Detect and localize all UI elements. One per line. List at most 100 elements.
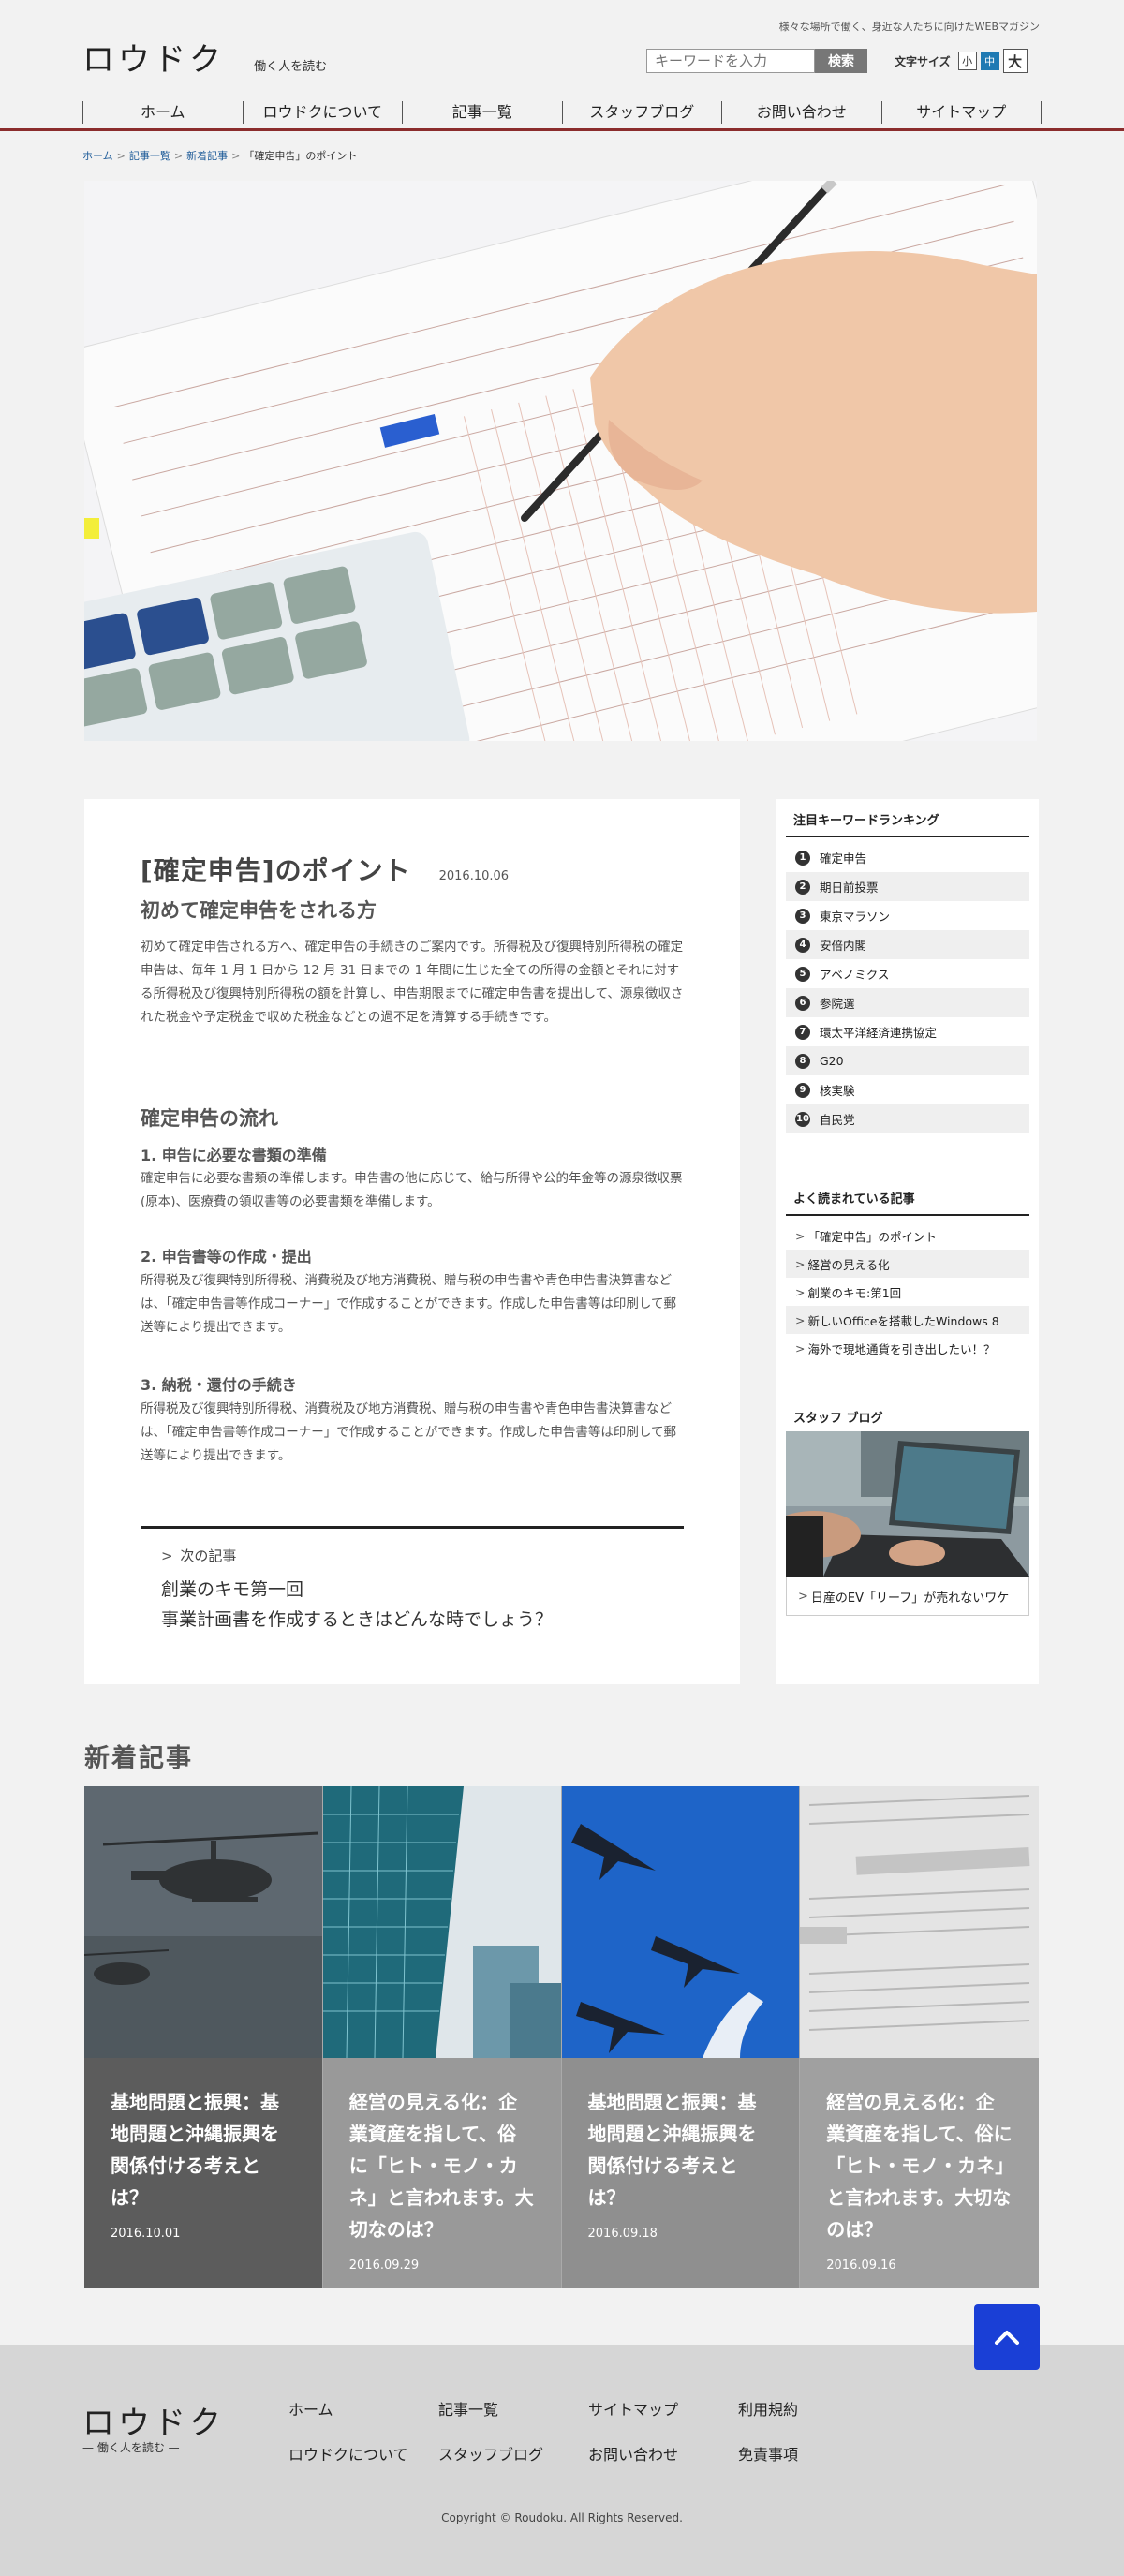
- article-title-row: [確定申告]のポイント 2016.10.06: [140, 851, 509, 888]
- popular-article-item[interactable]: > 新しいOfficeを搭載したWindows 8: [786, 1306, 1029, 1334]
- chevron-right-icon: >: [795, 1228, 806, 1243]
- breadcrumb-new[interactable]: 新着記事: [186, 150, 228, 162]
- staff-blog-title: スタッフ ブログ: [793, 1412, 883, 1426]
- card-date: 2016.09.16: [826, 2258, 896, 2273]
- chevron-right-icon: >: [795, 1312, 806, 1327]
- rank-number: 4: [795, 937, 810, 953]
- footer-links: ホーム 記事一覧 サイトマップ 利用規約 ロウドクについて スタッフブログ お問…: [288, 2397, 888, 2465]
- chevron-up-icon: [995, 2331, 1019, 2345]
- font-size-small-button[interactable]: 小: [957, 52, 977, 70]
- footer-link-sitemap[interactable]: サイトマップ: [588, 2397, 738, 2420]
- article-title: [確定申告]のポイント: [140, 855, 411, 886]
- keyword-ranking-list: 1 確定申告 2 期日前投票 3 東京マラソン 4 安倍内閣 5 アベノミクス 6 参院選 …: [786, 843, 1029, 1133]
- font-size-large-button[interactable]: 大: [1002, 49, 1028, 73]
- card-title: 基地問題と振興：基地問題と沖縄振興を関係付ける考えとは？: [111, 2091, 279, 2209]
- article-card-body: 経営の見える化：企業資産を指して、俗に「ヒト・モノ・カネ」と言われます。大切なの…: [322, 2058, 561, 2288]
- article-card[interactable]: 基地問題と振興：基地問題と沖縄振興を関係付ける考えとは？ 2016.09.18: [561, 1786, 801, 2288]
- new-articles-heading: 新着記事: [84, 1744, 193, 1773]
- ranking-item[interactable]: 9 核実験: [786, 1075, 1029, 1104]
- card-date: 2016.09.18: [587, 2227, 658, 2241]
- site-tagline: 様々な場所で働く、身近な人たちに向けたWEBマガジン: [778, 21, 1040, 33]
- breadcrumb-current: 「確定申告」のポイント: [244, 150, 358, 162]
- chevron-right-icon: >: [795, 1284, 806, 1299]
- font-size-medium-button[interactable]: 中: [980, 52, 999, 70]
- ranking-item[interactable]: 10 自民党: [786, 1104, 1029, 1133]
- site-logo[interactable]: ロウドク — 働く人を読む —: [82, 34, 343, 80]
- next-article-title: 創業のキモ第一回 事業計画書を作成するときはどんな時でしょう？: [161, 1579, 554, 1630]
- popular-article-item[interactable]: > 海外で現地通貨を引き出したい！？: [786, 1334, 1029, 1362]
- footer-link-home[interactable]: ホーム: [288, 2397, 438, 2420]
- popular-article-item[interactable]: > 「確定申告」のポイント: [786, 1221, 1029, 1250]
- search-input[interactable]: [646, 49, 815, 73]
- ranking-item[interactable]: 7 環太平洋経済連携協定: [786, 1017, 1029, 1046]
- section-heading-first-time: 初めて確定申告をされる方: [140, 899, 377, 922]
- breadcrumb-articles[interactable]: 記事一覧: [129, 150, 170, 162]
- step-body-3: 所得税及び復興特別所得税、消費税及び地方消費税、贈与税の申告書や青色申告書決算書…: [140, 1401, 676, 1463]
- new-articles-grid: 基地問題と振興：基地問題と沖縄振興を関係付ける考えとは？ 2016.10.01: [84, 1786, 1039, 2288]
- card-title: 基地問題と振興：基地問題と沖縄振興を関係付ける考えとは？: [587, 2091, 757, 2209]
- ranking-item[interactable]: 5 アベノミクス: [786, 959, 1029, 988]
- staff-blog-image[interactable]: [786, 1431, 1029, 1577]
- footer-link-disclaimer[interactable]: 免責事項: [738, 2442, 888, 2465]
- logo-text: ロウドク: [82, 41, 225, 79]
- card-image-newspaper: [800, 1786, 1039, 2058]
- card-image-buildings: [322, 1786, 561, 2058]
- chevron-right-icon: >: [161, 1547, 173, 1564]
- ranking-item[interactable]: 2 期日前投票: [786, 872, 1029, 901]
- staff-blog-link[interactable]: > 日産のEV「リーフ」が売れないワケ: [786, 1577, 1029, 1616]
- footer-link-contact[interactable]: お問い合わせ: [588, 2442, 738, 2465]
- back-to-top-button[interactable]: [974, 2304, 1040, 2370]
- ranking-item[interactable]: 4 安倍内閣: [786, 930, 1029, 959]
- font-size-switcher: 文字サイズ 小 中 大: [895, 49, 1028, 73]
- breadcrumb-home[interactable]: ホーム: [82, 150, 113, 162]
- step-body-1: 確定申告に必要な書類の準備します。申告書の他に応じて、給与所得や公的年金等の源泉…: [140, 1171, 683, 1209]
- logo-subtitle: — 働く人を読む —: [238, 60, 344, 74]
- popular-article-item[interactable]: > 創業のキモ:第1回: [786, 1278, 1029, 1306]
- footer-link-articles[interactable]: 記事一覧: [438, 2397, 588, 2420]
- search-button[interactable]: 検索: [815, 49, 867, 73]
- ranking-item[interactable]: 8 G20: [786, 1046, 1029, 1075]
- site-header: ロウドク — 働く人を読む — 様々な場所で働く、身近な人たちに向けたWEBマガ…: [0, 0, 1124, 131]
- rank-number: 9: [795, 1082, 810, 1098]
- footer-link-about[interactable]: ロウドクについて: [288, 2442, 438, 2465]
- ranking-item[interactable]: 6 参院選: [786, 988, 1029, 1017]
- rank-number: 5: [795, 966, 810, 982]
- nav-sitemap[interactable]: サイトマップ: [880, 101, 1042, 124]
- article: [確定申告]のポイント 2016.10.06 初めて確定申告をされる方 初めて確…: [84, 799, 740, 1684]
- popular-title: よく読まれている記事: [786, 1189, 1029, 1216]
- nav-staff-blog[interactable]: スタッフブログ: [561, 101, 722, 124]
- nav-home[interactable]: ホーム: [82, 101, 243, 124]
- rank-number: 10: [795, 1111, 810, 1127]
- hero-image: [84, 181, 1037, 741]
- article-card[interactable]: 基地問題と振興：基地問題と沖縄振興を関係付ける考えとは？ 2016.10.01: [84, 1786, 323, 2288]
- rank-number: 2: [795, 879, 810, 895]
- article-card[interactable]: 経営の見える化：企業資産を指して、俗に「ヒト・モノ・カネ」と言われます。大切なの…: [322, 1786, 562, 2288]
- chevron-right-icon: >: [795, 1340, 806, 1355]
- step-body-2: 所得税及び復興特別所得税、消費税及び地方消費税、贈与税の申告書や青色申告書決算書…: [140, 1273, 676, 1335]
- site-footer: ロウドク — 働く人を読む — ホーム 記事一覧 サイトマップ 利用規約 ロウド…: [0, 2345, 1124, 2576]
- step-heading-2: 2. 申告書等の作成・提出: [140, 1248, 312, 1266]
- ranking-item[interactable]: 1 確定申告: [786, 843, 1029, 872]
- nav-articles[interactable]: 記事一覧: [402, 101, 562, 124]
- rank-number: 1: [795, 850, 810, 866]
- step-heading-1: 1. 申告に必要な書類の準備: [140, 1147, 327, 1164]
- popular-articles-list: > 「確定申告」のポイント > 経営の見える化 > 創業のキモ:第1回 > 新しいOff…: [786, 1221, 1029, 1362]
- font-size-label: 文字サイズ: [895, 54, 951, 68]
- footer-link-terms[interactable]: 利用規約: [738, 2397, 888, 2420]
- next-article-link[interactable]: > 次の記事 創業のキモ第一回 事業計画書を作成するときはどんな時でしょう？: [140, 1526, 684, 1635]
- article-card[interactable]: 経営の見える化：企業資産を指して、俗に「ヒト・モノ・カネ」と言われます。大切なの…: [800, 1786, 1039, 2288]
- card-image-jets: [561, 1786, 800, 2058]
- rank-number: 7: [795, 1024, 810, 1040]
- footer-logo-subtitle: — 働く人を読む —: [82, 2441, 180, 2454]
- footer-logo[interactable]: ロウドク: [82, 2397, 225, 2443]
- nav-contact[interactable]: お問い合わせ: [721, 101, 881, 124]
- article-card-body: 基地問題と振興：基地問題と沖縄振興を関係付ける考えとは？ 2016.09.18: [561, 2058, 800, 2288]
- ranking-item[interactable]: 3 東京マラソン: [786, 901, 1029, 930]
- footer-link-staff-blog[interactable]: スタッフブログ: [438, 2442, 588, 2465]
- breadcrumb: ホーム > 記事一覧 > 新着記事 > 「確定申告」のポイント: [82, 150, 358, 162]
- popular-article-item[interactable]: > 経営の見える化: [786, 1250, 1029, 1278]
- card-image-helicopter: [84, 1786, 322, 2058]
- main-nav: ホーム ロウドクについて 記事一覧 スタッフブログ お問い合わせ サイトマップ: [82, 101, 1042, 124]
- article-card-body: 経営の見える化：企業資産を指して、俗に「ヒト・モノ・カネ」と言われます。大切なの…: [800, 2058, 1039, 2288]
- nav-about[interactable]: ロウドクについて: [242, 101, 403, 124]
